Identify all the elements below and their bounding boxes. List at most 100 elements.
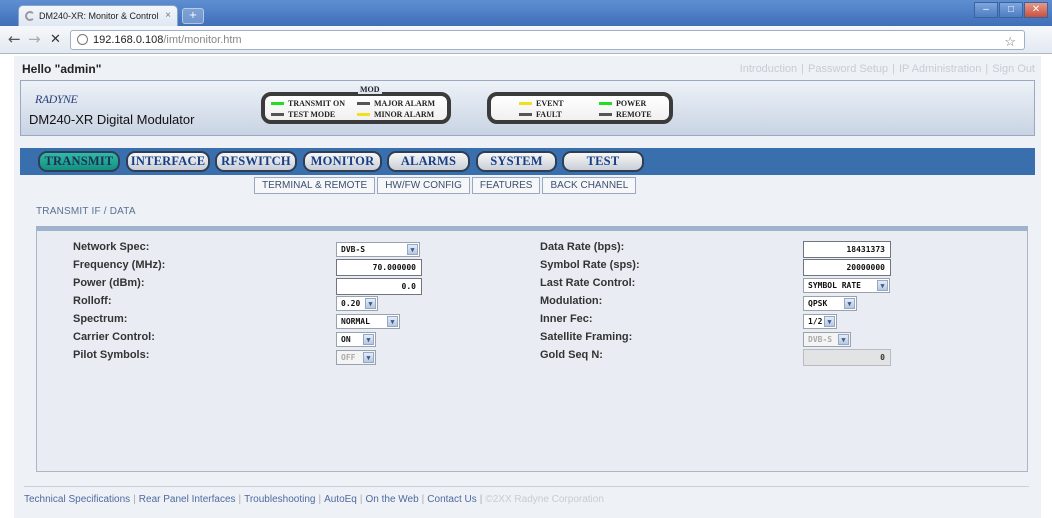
- maximize-button[interactable]: □: [999, 2, 1023, 18]
- url-path: /imt/monitor.htm: [163, 34, 242, 46]
- label-inner-fec: Inner Fec:: [540, 313, 593, 325]
- inner-fec-select[interactable]: 1/2 ▼: [803, 314, 837, 329]
- pilot-symbols-select: OFF ▼: [336, 350, 376, 365]
- mod-title: MOD: [358, 85, 382, 94]
- footer-link-troubleshooting[interactable]: Troubleshooting: [244, 494, 315, 505]
- link-ip-administration[interactable]: IP Administration: [899, 63, 981, 75]
- forward-button[interactable]: →: [28, 30, 41, 48]
- led-green-icon: [599, 102, 612, 105]
- main-tabbar: TRANSMIT INTERFACE RFSWITCH MONITOR ALAR…: [20, 148, 1035, 175]
- label-gold-seq: Gold Seq N:: [540, 349, 603, 361]
- window-controls: – □ ✕: [974, 2, 1048, 18]
- close-window-button[interactable]: ✕: [1024, 2, 1048, 18]
- tab-interface[interactable]: INTERFACE: [126, 151, 210, 172]
- power-input[interactable]: 0.0: [336, 278, 422, 295]
- tab-close-icon[interactable]: ×: [165, 10, 171, 21]
- back-button[interactable]: ←: [8, 30, 21, 48]
- footer-link-tech-specs[interactable]: Technical Specifications: [24, 494, 130, 505]
- led-minor-alarm: MINOR ALARM: [357, 110, 434, 119]
- page: Hello "admin" Introduction | Password Setu…: [14, 56, 1041, 518]
- new-tab-button[interactable]: +: [182, 8, 204, 24]
- subtab-back-channel[interactable]: BACK CHANNEL: [542, 177, 637, 194]
- link-introduction[interactable]: Introduction: [740, 63, 797, 75]
- chevron-down-icon: ▼: [387, 316, 398, 327]
- label-data-rate: Data Rate (bps):: [540, 241, 625, 253]
- tab-transmit[interactable]: TRANSMIT: [38, 151, 120, 172]
- footer-divider: [24, 486, 1029, 487]
- page-icon: [77, 34, 88, 45]
- label-frequency: Frequency (MHz):: [73, 259, 166, 271]
- led-green-icon: [271, 102, 284, 105]
- greeting: Hello "admin": [22, 62, 102, 76]
- copyright: ©2XX Radyne Corporation: [485, 494, 604, 505]
- chevron-down-icon: ▼: [838, 334, 849, 345]
- chevron-down-icon: ▼: [824, 316, 835, 327]
- tab-alarms[interactable]: ALARMS: [387, 151, 470, 172]
- led-yellow-icon: [357, 113, 370, 116]
- last-rate-control-select[interactable]: SYMBOL RATE ▼: [803, 278, 890, 293]
- address-bar[interactable]: 192.168.0.108/imt/monitor.htm ☆: [70, 30, 1025, 50]
- top-links: Introduction | Password Setup | IP Administr…: [739, 63, 1035, 75]
- subtab-hwfw-config[interactable]: HW/FW CONFIG: [377, 177, 470, 194]
- frequency-input[interactable]: 70.000000: [336, 259, 422, 276]
- unit-status-panel: EVENT POWER FAULT REMOTE: [487, 92, 673, 124]
- satellite-framing-select: DVB-S ▼: [803, 332, 851, 347]
- bookmark-star-icon[interactable]: ☆: [1004, 34, 1016, 50]
- mod-status-panel: MOD TRANSMIT ON MAJOR ALARM TEST MODE MI…: [261, 85, 451, 124]
- label-network-spec: Network Spec:: [73, 241, 150, 253]
- subtab-terminal-remote[interactable]: TERMINAL & REMOTE: [254, 177, 376, 194]
- footer-link-on-the-web[interactable]: On the Web: [365, 494, 418, 505]
- subnav: TERMINAL & REMOTE HW/FW CONFIG FEATURES …: [254, 177, 637, 194]
- led-major-alarm: MAJOR ALARM: [357, 99, 435, 108]
- data-rate-input[interactable]: 18431373: [803, 241, 891, 258]
- tab-test[interactable]: TEST: [562, 151, 644, 172]
- led-event: EVENT: [519, 99, 564, 108]
- led-gray-icon: [519, 113, 532, 116]
- tab-title: DM240-XR: Monitor & Control: [39, 11, 159, 21]
- label-power: Power (dBm):: [73, 277, 145, 289]
- link-sign-out[interactable]: Sign Out: [992, 63, 1035, 75]
- chevron-down-icon: ▼: [407, 244, 418, 255]
- link-password-setup[interactable]: Password Setup: [808, 63, 888, 75]
- transmit-form: Network Spec: DVB-S ▼ Frequency (MHz): 70…: [36, 226, 1028, 472]
- section-title: TRANSMIT IF / DATA: [36, 206, 136, 217]
- led-gray-icon: [357, 102, 370, 105]
- tab-system[interactable]: SYSTEM: [476, 151, 557, 172]
- led-remote: REMOTE: [599, 110, 652, 119]
- label-carrier-control: Carrier Control:: [73, 331, 155, 343]
- url-host: 192.168.0.108: [93, 34, 164, 46]
- minimize-button[interactable]: –: [974, 2, 998, 18]
- rolloff-select[interactable]: 0.20 ▼: [336, 296, 378, 311]
- symbol-rate-input[interactable]: 20000000: [803, 259, 891, 276]
- loading-icon: [25, 11, 35, 21]
- stop-button[interactable]: ✕: [50, 32, 61, 47]
- header-band: RADYNE DM240-XR Digital Modulator MOD TR…: [20, 80, 1035, 136]
- footer-link-rear-panel[interactable]: Rear Panel Interfaces: [139, 494, 236, 505]
- chevron-down-icon: ▼: [365, 298, 376, 309]
- tab-rfswitch[interactable]: RFSWITCH: [215, 151, 297, 172]
- tab-monitor[interactable]: MONITOR: [303, 151, 382, 172]
- browser-tab[interactable]: DM240-XR: Monitor & Control ×: [18, 5, 178, 27]
- led-transmit-on: TRANSMIT ON: [271, 99, 345, 108]
- footer-link-contact-us[interactable]: Contact Us: [427, 494, 476, 505]
- led-fault: FAULT: [519, 110, 562, 119]
- led-gray-icon: [599, 113, 612, 116]
- browser-titlebar: DM240-XR: Monitor & Control × + – □ ✕: [0, 0, 1052, 27]
- label-satellite-framing: Satellite Framing:: [540, 331, 633, 343]
- chevron-down-icon: ▼: [844, 298, 855, 309]
- gold-seq-input: 0: [803, 349, 891, 366]
- network-spec-select[interactable]: DVB-S ▼: [336, 242, 420, 257]
- label-last-rate-control: Last Rate Control:: [540, 277, 636, 289]
- modulation-select[interactable]: QPSK ▼: [803, 296, 857, 311]
- led-power: POWER: [599, 99, 646, 108]
- label-symbol-rate: Symbol Rate (sps):: [540, 259, 640, 271]
- label-rolloff: Rolloff:: [73, 295, 112, 307]
- spectrum-select[interactable]: NORMAL ▼: [336, 314, 400, 329]
- carrier-control-select[interactable]: ON ▼: [336, 332, 376, 347]
- led-gray-icon: [271, 113, 284, 116]
- footer: Technical Specifications | Rear Panel Inte…: [24, 494, 604, 505]
- footer-link-autoeq[interactable]: AutoEq: [324, 494, 357, 505]
- subtab-features[interactable]: FEATURES: [471, 177, 541, 194]
- browser-navbar: ← → ✕ 192.168.0.108/imt/monitor.htm ☆: [0, 26, 1052, 54]
- led-test-mode: TEST MODE: [271, 110, 335, 119]
